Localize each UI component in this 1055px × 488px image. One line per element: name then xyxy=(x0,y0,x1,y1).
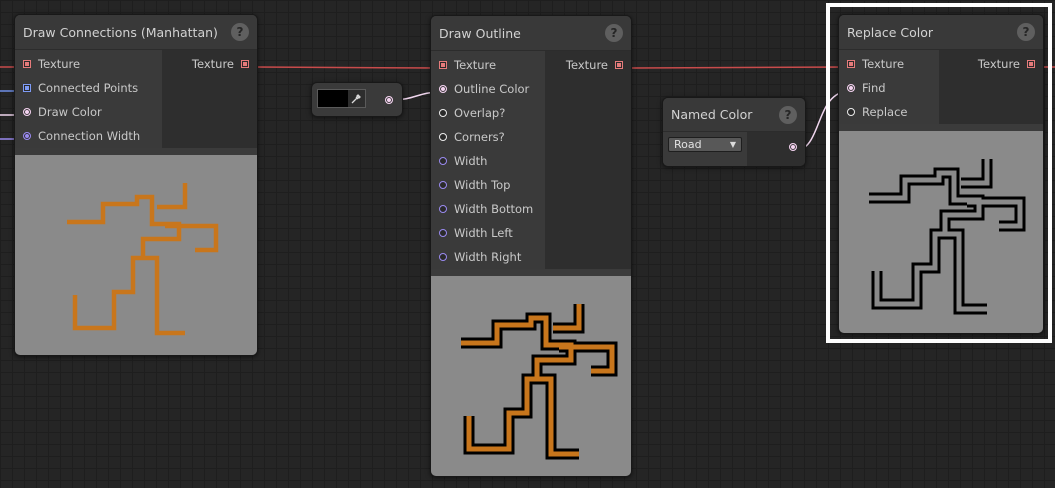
input-texture[interactable]: Texture xyxy=(431,53,545,77)
help-icon[interactable]: ? xyxy=(231,23,249,41)
color-field[interactable] xyxy=(317,89,366,108)
input-texture[interactable]: Texture xyxy=(839,52,939,76)
port-label: Texture xyxy=(454,58,497,72)
port-label: Width Right xyxy=(454,250,522,264)
port-label: Texture xyxy=(38,57,81,71)
port-label: Texture xyxy=(191,57,234,71)
input-outline-color[interactable]: Outline Color xyxy=(431,77,545,101)
number-port-icon[interactable] xyxy=(439,181,447,189)
port-label: Width Bottom xyxy=(454,202,534,216)
port-label: Width Top xyxy=(454,178,511,192)
port-label: Overlap? xyxy=(454,106,506,120)
node-header[interactable]: Replace Color ? xyxy=(839,15,1043,50)
number-port-icon[interactable] xyxy=(439,205,447,213)
color-port-icon[interactable] xyxy=(23,108,31,116)
texture-port-icon[interactable] xyxy=(241,60,249,68)
eyedropper-icon[interactable] xyxy=(348,90,365,107)
input-overlap[interactable]: Overlap? xyxy=(431,101,545,125)
texture-port-icon[interactable] xyxy=(439,61,447,69)
input-connected-points[interactable]: Connected Points xyxy=(15,76,162,100)
input-replace[interactable]: Replace xyxy=(839,100,939,124)
output-texture[interactable]: Texture xyxy=(162,52,257,76)
texture-port-icon[interactable] xyxy=(847,60,855,68)
dropdown-value: Road xyxy=(674,138,702,151)
chevron-down-icon: ▼ xyxy=(729,140,736,149)
node-title: Draw Outline xyxy=(439,25,521,41)
help-icon[interactable]: ? xyxy=(779,105,797,124)
color-port-icon[interactable] xyxy=(439,85,447,93)
named-color-node[interactable]: Named Color ? Road ▼ xyxy=(662,97,806,167)
number-port-icon[interactable] xyxy=(439,253,447,261)
replace-color-node[interactable]: Replace Color ? Texture Find Replace Tex… xyxy=(838,14,1044,334)
help-icon[interactable]: ? xyxy=(605,24,623,42)
input-width[interactable]: Width xyxy=(431,149,545,173)
input-width-left[interactable]: Width Left xyxy=(431,221,545,245)
port-label: Connected Points xyxy=(38,81,139,95)
node-title: Named Color xyxy=(671,107,753,122)
port-label: Texture xyxy=(862,57,905,71)
number-port-icon[interactable] xyxy=(439,229,447,237)
number-port-icon[interactable] xyxy=(23,132,31,140)
texture-port-icon[interactable] xyxy=(615,61,623,69)
bool-port-icon[interactable] xyxy=(439,133,447,141)
input-connection-width[interactable]: Connection Width xyxy=(15,124,162,148)
color-port-icon[interactable] xyxy=(847,84,855,92)
port-label: Replace xyxy=(862,105,908,119)
texture-wire-2 xyxy=(624,66,851,69)
port-label: Texture xyxy=(977,57,1020,71)
color-port-icon[interactable] xyxy=(847,108,855,116)
texture-wire-1 xyxy=(251,66,439,69)
input-draw-color[interactable]: Draw Color xyxy=(15,100,162,124)
color-output-port-icon[interactable] xyxy=(385,96,393,104)
port-label: Draw Color xyxy=(38,105,102,119)
texture-preview xyxy=(15,155,257,355)
texture-preview xyxy=(431,276,631,476)
bool-port-icon[interactable] xyxy=(439,109,447,117)
texture-port-icon[interactable] xyxy=(23,60,31,68)
color-name-dropdown[interactable]: Road ▼ xyxy=(668,137,742,152)
input-width-top[interactable]: Width Top xyxy=(431,173,545,197)
output-texture[interactable]: Texture xyxy=(545,53,631,77)
color-output-port-icon[interactable] xyxy=(789,143,797,151)
port-label: Outline Color xyxy=(454,82,530,96)
texture-preview xyxy=(839,131,1043,333)
number-port-icon[interactable] xyxy=(439,157,447,165)
input-corners[interactable]: Corners? xyxy=(431,125,545,149)
port-label: Connection Width xyxy=(38,129,141,143)
port-label: Corners? xyxy=(454,130,505,144)
node-header[interactable]: Draw Connections (Manhattan) ? xyxy=(15,15,257,50)
port-label: Width xyxy=(454,154,488,168)
input-width-right[interactable]: Width Right xyxy=(431,245,545,269)
input-texture[interactable]: Texture xyxy=(15,52,162,76)
output-texture[interactable]: Texture xyxy=(939,52,1043,76)
node-header[interactable]: Named Color ? xyxy=(663,98,805,132)
port-label: Width Left xyxy=(454,226,513,240)
node-title: Draw Connections (Manhattan) xyxy=(23,24,218,40)
input-find[interactable]: Find xyxy=(839,76,939,100)
points-port-icon[interactable] xyxy=(23,84,31,92)
help-icon[interactable]: ? xyxy=(1017,23,1035,41)
input-width-bottom[interactable]: Width Bottom xyxy=(431,197,545,221)
draw-outline-node[interactable]: Draw Outline ? Texture Outline Color Ove… xyxy=(430,15,632,477)
color-swatch[interactable] xyxy=(318,90,348,107)
port-label: Find xyxy=(862,81,886,95)
node-title: Replace Color xyxy=(847,24,934,40)
draw-connections-node[interactable]: Draw Connections (Manhattan) ? Texture C… xyxy=(14,14,258,356)
port-label: Texture xyxy=(565,58,608,72)
color-node[interactable] xyxy=(311,82,403,117)
texture-port-icon[interactable] xyxy=(1027,60,1035,68)
node-header[interactable]: Draw Outline ? xyxy=(431,16,631,51)
